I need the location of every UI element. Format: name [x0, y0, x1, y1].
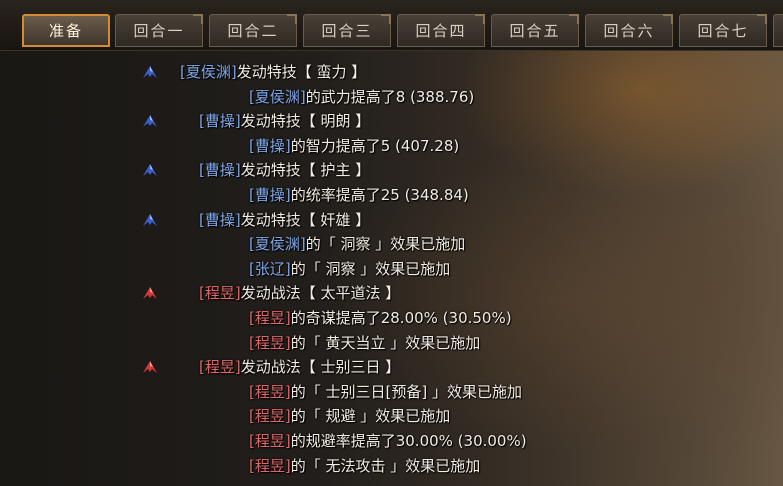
log-entry-effect: [程昱]的「 规避 」效果已施加 — [249, 404, 450, 428]
tab-round-2[interactable]: 回合二 — [209, 14, 297, 47]
tab-overflow-edge[interactable] — [773, 14, 783, 47]
blue-arrow-icon — [143, 164, 157, 177]
log-entry-effect: [程昱]的「 黄天当立 」效果已施加 — [249, 331, 480, 355]
log-entry-action: [曹操]发动特技【 明朗 】 — [199, 109, 370, 133]
effect-text: 的规避率提高了30.00% (30.00%) — [290, 432, 527, 450]
red-arrow-icon — [143, 361, 157, 374]
log-entry-effect: [张辽]的「 洞察 」效果已施加 — [249, 257, 450, 281]
log-entry-effect: [夏侯渊]的武力提高了8 (388.76) — [249, 85, 474, 109]
blue-arrow-icon — [143, 115, 157, 128]
tab-round-1[interactable]: 回合一 — [115, 14, 203, 47]
log-entry-effect: [夏侯渊]的「 洞察 」效果已施加 — [249, 232, 465, 256]
round-tab-bar: 准备 回合一 回合二 回合三 回合四 回合五 回合六 回合七 — [0, 0, 783, 51]
tab-corner-ornament — [287, 14, 297, 24]
tab-round-3[interactable]: 回合三 — [303, 14, 391, 47]
tab-label: 回合六 — [603, 22, 655, 40]
general-name: [曹操] — [249, 136, 291, 155]
effect-text: 的「 洞察 」效果已施加 — [305, 235, 466, 254]
log-entry-effect: [程昱]的奇谋提高了28.00% (30.50%) — [249, 306, 512, 330]
tab-corner-ornament — [193, 14, 203, 24]
tab-label: 回合五 — [509, 22, 561, 40]
effect-text: 的「 规避 」效果已施加 — [290, 407, 451, 426]
tab-label: 回合二 — [227, 22, 279, 40]
tab-prepare[interactable]: 准备 — [22, 14, 110, 47]
tab-corner-ornament — [475, 14, 485, 24]
tab-round-6[interactable]: 回合六 — [585, 14, 673, 47]
general-name: [夏侯渊] — [180, 63, 237, 81]
log-entry-effect: [程昱]的「 无法攻击 」效果已施加 — [249, 454, 480, 478]
effect-text: 的「 士别三日[预备] 」效果已施加 — [290, 382, 522, 401]
action-text: 发动特技【 奸雄 】 — [240, 210, 371, 229]
tab-label: 准备 — [48, 22, 83, 40]
log-entry-effect: [程昱]的规避率提高了30.00% (30.00%) — [249, 429, 527, 453]
log-entry-action: [夏侯渊]发动特技【 蛮力 】 — [180, 60, 366, 84]
log-entry-action: [程昱]发动战法【 太平道法 】 — [199, 281, 400, 305]
general-name: [程昱] — [249, 456, 291, 475]
general-name: [曹操] — [199, 112, 241, 131]
tab-label: 回合七 — [697, 22, 749, 40]
tab-corner-ornament — [569, 14, 579, 24]
action-text: 发动特技【 蛮力 】 — [236, 63, 367, 81]
general-name: [夏侯渊] — [249, 235, 306, 254]
log-entry-effect: [程昱]的「 士别三日[预备] 」效果已施加 — [249, 380, 522, 404]
battle-log: [夏侯渊]发动特技【 蛮力 】 [夏侯渊]的武力提高了8 (388.76) [曹操]… — [0, 56, 783, 486]
general-name: [程昱] — [249, 407, 291, 426]
effect-text: 的「 洞察 」效果已施加 — [290, 259, 451, 278]
tab-corner-ornament — [757, 14, 767, 24]
tab-label: 回合四 — [415, 22, 467, 40]
log-entry-effect: [曹操]的统率提高了25 (348.84) — [249, 183, 469, 207]
action-text: 发动特技【 护主 】 — [240, 161, 371, 180]
general-name: [程昱] — [249, 333, 291, 352]
general-name: [程昱] — [199, 358, 241, 377]
tab-round-7[interactable]: 回合七 — [679, 14, 767, 47]
action-text: 发动特技【 明朗 】 — [240, 112, 371, 131]
tab-corner-ornament — [663, 14, 673, 24]
effect-text: 的武力提高了8 (388.76) — [305, 87, 475, 106]
action-text: 发动战法【 太平道法 】 — [240, 284, 401, 303]
tab-round-5[interactable]: 回合五 — [491, 14, 579, 47]
general-name: [程昱] — [249, 382, 291, 401]
effect-text: 的「 黄天当立 」效果已施加 — [290, 333, 481, 352]
blue-arrow-icon — [143, 213, 157, 226]
blue-arrow-icon — [143, 66, 157, 78]
general-name: [张辽] — [249, 259, 291, 278]
general-name: [曹操] — [199, 161, 241, 180]
general-name: [程昱] — [199, 284, 241, 303]
log-entry-effect: [曹操]的智力提高了5 (407.28) — [249, 134, 459, 158]
effect-text: 的统率提高了25 (348.84) — [290, 186, 469, 204]
log-entry-action: [曹操]发动特技【 护主 】 — [199, 158, 370, 182]
effect-text: 的智力提高了5 (407.28) — [290, 136, 460, 155]
red-arrow-icon — [143, 287, 157, 300]
effect-text: 的奇谋提高了28.00% (30.50%) — [290, 309, 512, 327]
tab-round-4[interactable]: 回合四 — [397, 14, 485, 47]
general-name: [程昱] — [249, 432, 291, 450]
general-name: [曹操] — [199, 210, 241, 229]
tab-label: 回合一 — [133, 22, 185, 40]
general-name: [程昱] — [249, 309, 291, 327]
general-name: [曹操] — [249, 186, 291, 204]
general-name: [夏侯渊] — [249, 87, 306, 106]
effect-text: 的「 无法攻击 」效果已施加 — [290, 456, 481, 475]
log-entry-action: [曹操]发动特技【 奸雄 】 — [199, 208, 370, 232]
action-text: 发动战法【 士别三日 】 — [240, 358, 401, 377]
tab-corner-ornament — [381, 14, 391, 24]
log-entry-action: [程昱]发动战法【 士别三日 】 — [199, 355, 400, 379]
tab-label: 回合三 — [321, 22, 373, 40]
